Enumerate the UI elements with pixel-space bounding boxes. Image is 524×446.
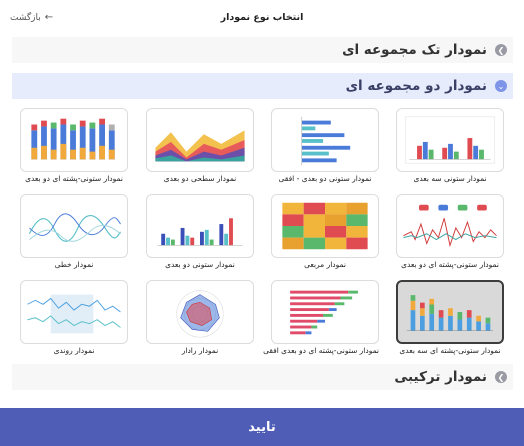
section-double-label: نمودار دو مجموعه ای xyxy=(345,78,487,94)
chart-thumbnail xyxy=(146,194,254,258)
chart-caption: نمودار خطی xyxy=(54,260,94,269)
chart-caption: نمودار ستونی-پشته ای دو بعدی افقی xyxy=(263,346,379,355)
chart-caption: نمودار روندی xyxy=(53,346,95,355)
chart-thumbnail xyxy=(271,194,379,258)
chart-thumbnail xyxy=(146,108,254,172)
chart-thumbnail xyxy=(20,108,128,172)
chart-thumbnail xyxy=(396,108,504,172)
chart-option-2d-stacked-column[interactable]: نمودار ستونی-پشته ای دو بعدی xyxy=(20,108,128,183)
chart-type-dialog: بازگشت ← انتخاب نوع نمودار ❯ نمودار تک م… xyxy=(0,0,524,446)
chart-thumbnail xyxy=(20,280,128,344)
chevron-right-icon: ❯ xyxy=(495,371,507,383)
chart-caption: نمودار ستونی دو بعدی - افقی xyxy=(278,174,372,183)
chart-caption: نمودار ستونی دو بعدی xyxy=(165,260,235,269)
chart-caption: نمودار مربعی xyxy=(304,260,346,269)
chart-caption: نمودار سطحی دو بعدی xyxy=(163,174,237,183)
chevron-right-icon: ❯ xyxy=(495,44,507,56)
chart-thumbnail xyxy=(20,194,128,258)
chart-option-2d-stacked-horizontal-bar[interactable]: نمودار ستونی-پشته ای دو بعدی افقی xyxy=(263,280,379,355)
confirm-button[interactable]: تایید xyxy=(0,408,524,446)
chevron-down-icon: ⌄ xyxy=(495,80,507,92)
chart-option-trend[interactable]: نمودار روندی xyxy=(20,280,128,355)
section-combo-label: نمودار ترکیبی xyxy=(394,369,487,385)
chart-caption: نمودار ستونی سه بعدی xyxy=(413,174,487,183)
chart-option-3d-column[interactable]: نمودار ستونی سه بعدی xyxy=(396,108,504,183)
chart-option-heatmap[interactable]: نمودار مربعی xyxy=(271,194,379,269)
chart-option-2d-area[interactable]: نمودار سطحی دو بعدی xyxy=(146,108,254,183)
chart-option-radar[interactable]: نمودار رادار xyxy=(146,280,254,355)
chart-thumbnail xyxy=(396,194,504,258)
chart-caption: نمودار ستونی-پشته ای دو بعدی xyxy=(25,174,123,183)
section-single-set[interactable]: ❯ نمودار تک مجموعه ای xyxy=(12,37,513,63)
chart-thumbnail xyxy=(271,280,379,344)
dialog-title: انتخاب نوع نمودار xyxy=(220,12,304,23)
chart-option-line[interactable]: نمودار خطی xyxy=(20,194,128,269)
chart-caption: نمودار ستونی-پشته ای دو بعدی xyxy=(401,260,499,269)
chart-option-2d-column[interactable]: نمودار ستونی دو بعدی xyxy=(146,194,254,269)
section-single-label: نمودار تک مجموعه ای xyxy=(342,42,487,58)
chart-option-2d-stacked-column-alt[interactable]: نمودار ستونی-پشته ای دو بعدی xyxy=(396,194,504,269)
chart-thumbnail xyxy=(146,280,254,344)
section-combo[interactable]: ❯ نمودار ترکیبی xyxy=(12,364,513,390)
chart-thumbnail xyxy=(271,108,379,172)
chart-thumbnail xyxy=(396,280,504,344)
chart-caption: نمودار رادار xyxy=(181,346,219,355)
section-double-set[interactable]: ⌄ نمودار دو مجموعه ای xyxy=(12,73,513,99)
dialog-header: بازگشت ← انتخاب نوع نمودار xyxy=(0,0,524,36)
chart-caption: نمودار ستونی-پشته ای سه بعدی xyxy=(399,346,501,355)
chart-option-2d-horizontal-bar[interactable]: نمودار ستونی دو بعدی - افقی xyxy=(271,108,379,183)
chart-option-3d-stacked-column[interactable]: نمودار ستونی-پشته ای سه بعدی xyxy=(396,280,504,355)
